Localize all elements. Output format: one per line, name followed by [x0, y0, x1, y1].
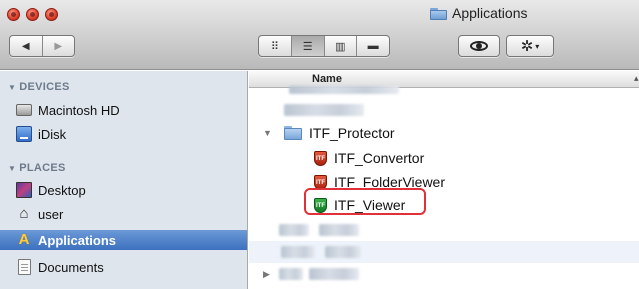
file-list: Name ▴ ▼ ITF_Protector ITF ITF_Convertor… [249, 71, 639, 289]
blurred-content [289, 86, 399, 94]
sidebar-item-documents[interactable]: Documents [0, 257, 247, 277]
sidebar-item-applications[interactable]: A Applications [0, 230, 247, 250]
zoom-window-button[interactable] [45, 8, 58, 21]
list-item-itf-protector[interactable]: ▼ ITF_Protector [249, 122, 639, 144]
column-header-next[interactable]: ▴ [634, 73, 639, 84]
home-icon: ⌂ [19, 205, 29, 222]
icon-view-button[interactable]: ⠿ [259, 36, 291, 56]
gear-icon: ✲ [520, 38, 534, 55]
sidebar-item-idisk[interactable]: iDisk [0, 124, 247, 144]
chevron-down-icon: ▾ [535, 41, 540, 51]
forward-button[interactable]: ▶ [41, 36, 75, 56]
sidebar-item-label: Macintosh HD [38, 102, 120, 118]
red-shield-icon: ITF [314, 151, 327, 166]
idisk-icon [16, 126, 32, 142]
desktop-icon [16, 182, 32, 198]
sidebar-item-macintosh-hd[interactable]: Macintosh HD [0, 100, 247, 120]
list-item-label: ITF_Convertor [334, 150, 425, 166]
window-title: Applications [430, 5, 528, 21]
column-header-name[interactable]: Name [312, 73, 342, 85]
list-item-label: ITF_Protector [309, 125, 395, 141]
sidebar-item-label: Documents [38, 259, 104, 275]
list-view-button[interactable]: ☰ [290, 36, 324, 56]
blurred-content [279, 268, 303, 280]
blurred-content [325, 246, 361, 258]
action-menu-button[interactable]: ✲ ▾ [506, 35, 554, 57]
eye-icon [470, 41, 488, 51]
sidebar-item-label: user [38, 206, 64, 222]
hard-drive-icon [16, 104, 32, 116]
back-button[interactable]: ◀ [10, 36, 42, 56]
sidebar-heading-devices[interactable]: ▼ DEVICES [8, 81, 70, 93]
list-item[interactable] [249, 98, 639, 120]
list-item[interactable] [249, 241, 639, 263]
sidebar-item-label: Applications [38, 232, 117, 248]
sidebar-item-user[interactable]: ⌂ user [0, 204, 247, 224]
blurred-content [284, 104, 364, 116]
back-forward-buttons: ◀ ▶ [9, 35, 75, 57]
quick-look-button[interactable] [458, 35, 500, 57]
column-view-button[interactable]: ▥ [323, 36, 357, 56]
view-mode-buttons: ⠿ ☰ ▥ ▬ [258, 35, 390, 57]
sidebar-item-label: iDisk [38, 126, 67, 142]
documents-icon [18, 259, 31, 275]
disclosure-triangle-icon[interactable]: ▶ [263, 269, 270, 280]
blurred-content [319, 224, 359, 236]
list-item[interactable]: ▶ [249, 263, 639, 285]
applications-icon: A [18, 231, 30, 248]
list-item[interactable] [249, 219, 639, 241]
window-toolbar: Applications ◀ ▶ ⠿ ☰ ▥ ▬ ✲ ▾ [0, 0, 639, 70]
disclosure-triangle-icon: ▼ [8, 164, 17, 173]
blurred-content [309, 268, 359, 280]
disclosure-triangle-icon: ▼ [8, 83, 17, 92]
sidebar-item-label: Desktop [38, 182, 86, 198]
highlight-annotation [304, 188, 426, 215]
window-title-text: Applications [452, 5, 528, 21]
folder-icon [284, 126, 302, 140]
disclosure-triangle-icon[interactable]: ▼ [263, 128, 272, 138]
sidebar: ▼ DEVICES Macintosh HD iDisk ▼ PLACES Desk… [0, 71, 248, 289]
blurred-content [281, 246, 315, 258]
folder-icon [430, 7, 447, 20]
minimize-window-button[interactable] [26, 8, 39, 21]
sidebar-heading-places[interactable]: ▼ PLACES [8, 162, 66, 174]
blurred-content [279, 224, 309, 236]
list-item-itf-convertor[interactable]: ITF ITF_Convertor [249, 147, 639, 169]
cover-flow-view-button[interactable]: ▬ [356, 36, 389, 56]
sidebar-item-desktop[interactable]: Desktop [0, 180, 247, 200]
close-window-button[interactable] [7, 8, 20, 21]
